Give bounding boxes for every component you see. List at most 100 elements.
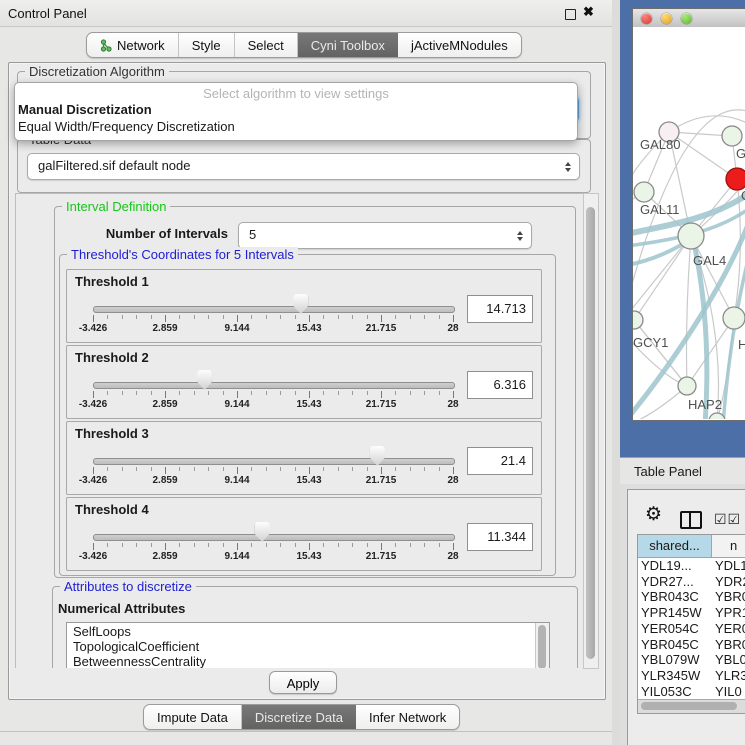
cell-shared-name: YDL19... [641, 558, 711, 573]
tab-network[interactable]: Network [87, 33, 179, 57]
tab-impute-data[interactable]: Impute Data [144, 705, 242, 729]
slider-tick [93, 391, 94, 398]
cell-name: YLR3 [715, 668, 745, 683]
slider-tick-label: 2.859 [143, 475, 187, 486]
gear-icon[interactable]: ⚙ [645, 505, 662, 524]
table-row[interactable]: YIL053CYIL0 [638, 684, 745, 700]
bottom-tab-bar: Impute Data Discretize Data Infer Network [143, 704, 460, 730]
slider-tick [323, 467, 324, 471]
slider-tick [165, 315, 166, 322]
network-node-g[interactable] [722, 126, 742, 146]
tab-cyni-toolbox[interactable]: Cyni Toolbox [298, 33, 398, 57]
table-row[interactable]: YDL19...YDL1 [638, 558, 745, 574]
column-header-name[interactable]: n [712, 535, 745, 558]
network-edge [687, 236, 692, 386]
close-traffic-light-icon[interactable] [641, 13, 652, 24]
popup-option-equal-width-frequency[interactable]: Equal Width/Frequency Discretization [18, 119, 235, 134]
minimize-traffic-light-icon[interactable] [661, 13, 672, 24]
table-row[interactable]: YDR27...YDR2 [638, 574, 745, 590]
slider-tick [251, 391, 252, 395]
popup-option-manual-discretization[interactable]: Manual Discretization [18, 102, 152, 117]
slider-tick [424, 543, 425, 547]
tab-infer-network[interactable]: Infer Network [356, 705, 459, 729]
slider-tick [280, 391, 281, 395]
slider-tick-label: 28 [431, 399, 475, 410]
slider-tick [165, 467, 166, 474]
network-canvas[interactable]: GAL80GCGAL11GAL4GCY1HHAP2 [633, 27, 745, 419]
table-data-combobox[interactable]: galFiltered.sif default node [27, 153, 580, 180]
attributes-list-scrollbar[interactable] [535, 623, 549, 668]
network-view-window[interactable]: GAL80GCGAL11GAL4GCY1HHAP2 [632, 8, 745, 421]
table-panel-header: Table Panel [620, 457, 745, 486]
threshold-slider-track[interactable] [93, 534, 455, 541]
threshold-value-field[interactable]: 6.316 [467, 371, 533, 399]
slider-tick [395, 467, 396, 471]
table-row[interactable]: YLR345WYLR3 [638, 668, 745, 684]
network-node-gcy1[interactable] [633, 311, 643, 329]
table-row[interactable]: YBL079WYBL0 [638, 652, 745, 668]
network-node-gal4[interactable] [678, 223, 704, 249]
slider-tick-label: 28 [431, 323, 475, 334]
network-node-hap2[interactable] [678, 377, 696, 395]
slider-tick-label: 2.859 [143, 551, 187, 562]
slider-tick [107, 391, 108, 395]
slider-tick [151, 315, 152, 319]
network-node-c[interactable] [726, 168, 745, 190]
table-row[interactable]: YPR145WYPR1 [638, 605, 745, 621]
num-intervals-combobox[interactable]: 5 [238, 222, 532, 249]
apply-button[interactable]: Apply [269, 671, 337, 694]
cell-shared-name: YIL053C [641, 684, 711, 699]
split-columns-icon[interactable] [680, 511, 702, 529]
slider-tick [237, 543, 238, 550]
node-attribute-table[interactable]: shared... n YDL19...YDL1YDR27...YDR2YBR0… [637, 534, 745, 714]
slider-tick-label: 28 [431, 551, 475, 562]
slider-tick [165, 391, 166, 398]
combo-arrows-icon [517, 231, 523, 241]
tab-discretize-data[interactable]: Discretize Data [242, 705, 356, 729]
slider-tick-label: 21.715 [359, 399, 403, 410]
threshold-value-field[interactable]: 21.4 [467, 447, 533, 475]
settings-vertical-scrollbar[interactable] [583, 193, 599, 669]
zoom-traffic-light-icon[interactable] [681, 13, 692, 24]
numerical-attributes-list[interactable]: SelfLoopsTopologicalCoefficientBetweenne… [66, 622, 550, 668]
cyni-toolbox-panel: Discretization Algorithm Table Data galF… [8, 62, 606, 700]
slider-tick [410, 467, 411, 471]
tab-select[interactable]: Select [235, 33, 298, 57]
slider-tick [352, 391, 353, 395]
slider-tick-label: 28 [431, 475, 475, 486]
attribute-item-selfloops[interactable]: SelfLoops [67, 623, 549, 638]
float-window-icon[interactable] [565, 9, 576, 20]
threshold-value-field[interactable]: 14.713 [467, 295, 533, 323]
attribute-item-betweennesscentrality[interactable]: BetweennessCentrality [67, 653, 549, 668]
slider-tick [352, 315, 353, 319]
cell-name: YBL0 [715, 652, 745, 667]
table-row[interactable]: YBR045CYBR0 [638, 637, 745, 653]
attribute-item-topologicalcoefficient[interactable]: TopologicalCoefficient [67, 638, 549, 653]
close-icon[interactable]: ✖ [583, 4, 594, 20]
tab-label: Style [192, 38, 221, 53]
slider-tick [223, 543, 224, 547]
threshold-slider-track[interactable] [93, 458, 455, 465]
network-node-h[interactable] [723, 307, 745, 329]
thresholds-group-title: Threshold's Coordinates for 5 Intervals [67, 247, 298, 262]
control-panel-titlebar[interactable]: Control Panel ✖ [0, 0, 612, 27]
network-node-label: C [741, 188, 745, 203]
tab-style[interactable]: Style [179, 33, 235, 57]
slider-tick [223, 467, 224, 471]
threshold-slider-track[interactable] [93, 306, 455, 313]
threshold-value-field[interactable]: 11.344 [467, 523, 533, 551]
checkbox-columns-icon[interactable]: ☑☑ [714, 511, 741, 528]
network-window-titlebar[interactable] [633, 9, 745, 28]
table-row[interactable]: YBR043CYBR0 [638, 589, 745, 605]
cell-name: YBR0 [715, 637, 745, 652]
threshold-label: Threshold 2 [75, 350, 149, 365]
network-node-gal11[interactable] [634, 182, 654, 202]
threshold-slider-track[interactable] [93, 382, 455, 389]
slider-tick-label: 15.43 [287, 323, 331, 334]
tab-jactivemnodules[interactable]: jActiveMNodules [398, 33, 521, 57]
table-horizontal-scrollbar[interactable] [638, 699, 745, 713]
table-row[interactable]: YER054CYER0 [638, 621, 745, 637]
slider-tick [107, 467, 108, 471]
column-header-shared-name[interactable]: shared... [638, 535, 712, 558]
tab-label: Discretize Data [255, 710, 343, 725]
